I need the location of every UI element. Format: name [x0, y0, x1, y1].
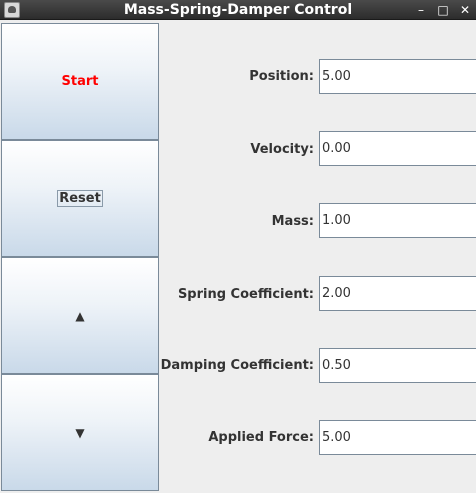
applied-force-input[interactable]	[319, 420, 476, 455]
mass-label: Mass:	[271, 214, 314, 229]
parameter-form: Position: Velocity: Mass: Spring Coeffic…	[161, 21, 476, 493]
minimize-icon[interactable]: –	[412, 1, 430, 19]
damping-coefficient-label: Damping Coefficient:	[160, 358, 314, 373]
damping-coefficient-input[interactable]	[319, 348, 476, 383]
applied-force-label: Applied Force:	[208, 430, 314, 445]
velocity-label: Velocity:	[250, 142, 314, 157]
position-label: Position:	[249, 69, 314, 84]
position-input[interactable]	[319, 59, 476, 94]
spring-coefficient-input[interactable]	[319, 276, 476, 311]
mass-input[interactable]	[319, 203, 476, 238]
control-panel: Start Reset ▲ ▼	[0, 21, 161, 493]
close-icon[interactable]: ✕	[456, 1, 474, 19]
increase-button[interactable]: ▲	[1, 257, 159, 374]
spring-coefficient-label: Spring Coefficient:	[177, 287, 314, 302]
reset-button-label: Reset	[57, 190, 103, 207]
title-bar[interactable]: Mass-Spring-Damper Control – □ ✕	[0, 0, 476, 20]
start-button-label: Start	[61, 74, 99, 89]
arrow-down-icon: ▼	[75, 425, 85, 440]
window-title: Mass-Spring-Damper Control	[123, 2, 353, 18]
velocity-input[interactable]	[319, 131, 476, 166]
app-window: Mass-Spring-Damper Control – □ ✕ Start R…	[0, 0, 476, 493]
maximize-icon[interactable]: □	[434, 1, 452, 19]
arrow-up-icon: ▲	[75, 308, 85, 323]
